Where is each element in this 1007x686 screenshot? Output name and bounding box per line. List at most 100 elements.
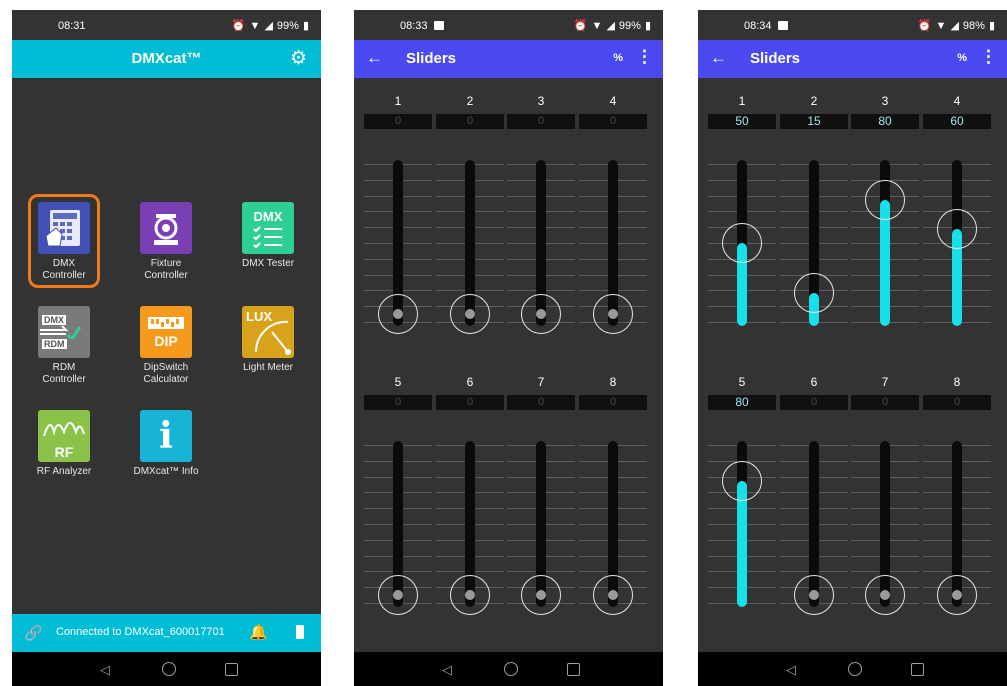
nav-home-icon[interactable] [162, 662, 176, 676]
sliders-screen-set: 08:34 ⏰ ▼ ◢ 98% ▮ ← Sliders % ⋮ ◁ 1 50 2 15… [698, 10, 1007, 686]
channel-value[interactable]: 15 [780, 114, 848, 129]
back-arrow-icon[interactable]: ← [366, 48, 383, 68]
wifi-icon: ▼ [249, 19, 261, 32]
signal-icon: ◢ [264, 20, 273, 32]
channel-label: 7 [881, 375, 889, 389]
nav-bar: ◁ [698, 652, 1007, 686]
channel-value[interactable]: 0 [780, 395, 848, 410]
tile-label: RF Analyzer [36, 466, 92, 477]
channel-label: 1 [394, 94, 402, 108]
app-bar: DMXcat™ ⚙ [12, 40, 321, 78]
battery-percent: 99% [618, 19, 641, 32]
tile-rf-analyzer[interactable]: RF RF Analyzer [19, 410, 109, 502]
tile-dmx-controller[interactable]: DMX Controller [19, 202, 109, 294]
slider-knob-dot [465, 590, 475, 600]
status-bar: 08:33 ⏰ ▼ ◢ 99% ▮ [354, 10, 663, 42]
channel-value[interactable]: 0 [579, 395, 647, 410]
slider-knob[interactable] [722, 461, 762, 501]
channel-value[interactable]: 0 [436, 395, 504, 410]
channel-label: 8 [953, 375, 961, 389]
slider-knob-dot [465, 309, 475, 319]
channel-value[interactable]: 0 [507, 395, 575, 410]
channel-label: 1 [738, 94, 746, 108]
back-arrow-icon[interactable]: ← [710, 48, 727, 68]
nav-bar: ◁ [12, 652, 321, 686]
sliders-screen-zero: 08:33 ⏰ ▼ ◢ 99% ▮ ← Sliders % ⋮ ◁ 1 0 2 0 3 0… [354, 10, 663, 686]
nav-back-icon[interactable]: ◁ [100, 662, 110, 678]
slider-knob[interactable] [794, 273, 834, 313]
status-bar: 08:31 ⏰ ▼ ◢ 99% ▮ [12, 10, 321, 42]
status-icons: ⏰ ▼ ◢ 99% ▮ [232, 19, 309, 33]
connection-status: Connected to DMXcat_600017701 [56, 626, 225, 638]
tile-rdm-controller[interactable]: DMX RDM RDM Controller [19, 306, 109, 398]
wifi-icon: ▼ [935, 19, 947, 32]
battery-percent: 99% [276, 19, 299, 32]
channel-value[interactable]: 0 [436, 114, 504, 129]
slider-knob[interactable] [722, 223, 762, 263]
status-time: 08:31 [58, 20, 86, 32]
wifi-icon: ▼ [591, 19, 603, 32]
channel-value[interactable]: 0 [507, 114, 575, 129]
tile-label: DipSwitch Calculator [143, 362, 189, 385]
channel-label: 2 [466, 94, 474, 108]
nav-home-icon[interactable] [848, 662, 862, 676]
channel-value[interactable]: 60 [923, 114, 991, 129]
channel-label: 3 [537, 94, 545, 108]
percent-toggle-button[interactable]: % [613, 52, 623, 64]
tile-dipswitch-calculator[interactable]: DIP DipSwitch Calculator [121, 306, 211, 398]
slider-knob[interactable] [865, 180, 905, 220]
dmxcat-home-screen: 08:31 ⏰ ▼ ◢ 99% ▮ DMXcat™ ⚙ DMX Controlle… [12, 10, 321, 686]
tile-label: Fixture Controller [144, 258, 188, 281]
tile-label: DMX Tester [241, 258, 295, 269]
rf-analyzer-icon: RF [38, 410, 90, 462]
channel-value[interactable]: 0 [364, 395, 432, 410]
battery-icon: ▮ [988, 20, 995, 32]
channel-label: 6 [810, 375, 818, 389]
nav-recents-icon[interactable] [911, 663, 924, 676]
slider-knob-dot [952, 590, 962, 600]
app-title: DMXcat™ [131, 50, 202, 67]
dmx-tester-icon: DMX [242, 202, 294, 254]
tile-label: Light Meter [242, 362, 294, 373]
tile-light-meter[interactable]: LUX Light Meter [223, 306, 313, 398]
app-bar: ← Sliders % ⋮ [354, 40, 663, 78]
channel-value[interactable]: 80 [708, 395, 776, 410]
more-options-icon[interactable]: ⋮ [980, 47, 997, 67]
slider-knob[interactable] [937, 209, 977, 249]
status-icons: ⏰ ▼ ◢ 98% ▮ [918, 19, 995, 33]
channel-value[interactable]: 0 [851, 395, 919, 410]
nav-back-icon[interactable]: ◁ [786, 662, 796, 678]
bell-icon[interactable]: 🔔 [249, 623, 268, 641]
channel-label: 5 [394, 375, 402, 389]
tile-fixture-controller[interactable]: Fixture Controller [121, 202, 211, 294]
channel-label: 4 [953, 94, 961, 108]
connection-bar: 🔗 Connected to DMXcat_600017701 🔔 [12, 614, 321, 652]
nav-recents-icon[interactable] [567, 663, 580, 676]
image-icon [433, 21, 444, 30]
gear-icon[interactable]: ⚙ [290, 47, 307, 70]
tile-dmxcat-info[interactable]: i DMXcat™ Info [121, 410, 211, 502]
status-bar: 08:34 ⏰ ▼ ◢ 98% ▮ [698, 10, 1007, 42]
dipswitch-icon: DIP [140, 306, 192, 358]
tile-dmx-tester[interactable]: DMX DMX Tester [223, 202, 313, 294]
channel-label: 4 [609, 94, 617, 108]
signal-icon: ◢ [950, 20, 959, 32]
channel-value[interactable]: 80 [851, 114, 919, 129]
tile-label: DMX Controller [42, 258, 86, 281]
channel-label: 5 [738, 375, 746, 389]
nav-recents-icon[interactable] [225, 663, 238, 676]
link-icon: 🔗 [24, 625, 43, 642]
channel-value[interactable]: 0 [364, 114, 432, 129]
battery-percent: 98% [962, 19, 985, 32]
percent-toggle-button[interactable]: % [957, 52, 967, 64]
channel-value[interactable]: 50 [708, 114, 776, 129]
slider-knob-dot [536, 309, 546, 319]
status-icons: ⏰ ▼ ◢ 99% ▮ [574, 19, 651, 33]
nav-home-icon[interactable] [504, 662, 518, 676]
nav-back-icon[interactable]: ◁ [442, 662, 452, 678]
more-options-icon[interactable]: ⋮ [636, 47, 653, 67]
channel-value[interactable]: 0 [923, 395, 991, 410]
light-meter-icon: LUX [242, 306, 294, 358]
fixture-controller-icon [140, 202, 192, 254]
channel-value[interactable]: 0 [579, 114, 647, 129]
